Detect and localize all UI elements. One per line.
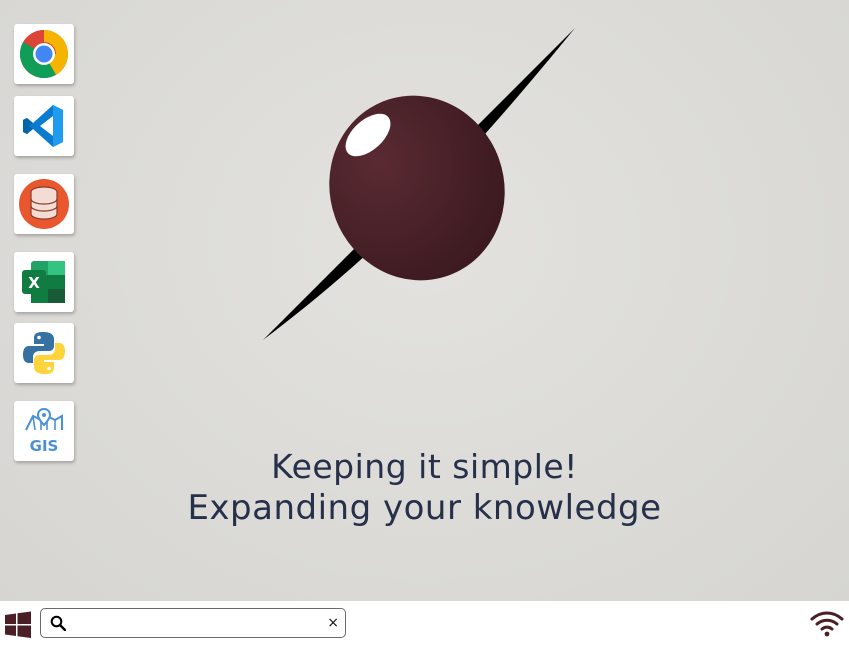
windows-start-icon [5,611,31,638]
desktop-icon-python[interactable] [14,323,74,383]
vscode-icon [23,105,63,147]
taskbar-search[interactable]: × [40,608,346,638]
wifi-button[interactable] [810,611,844,641]
brand-logo [263,28,575,340]
tagline-line-2: Expanding your knowledge [187,488,662,528]
desktop-icon-vscode[interactable] [14,96,74,156]
tagline-line-1: Keeping it simple! [271,447,578,486]
wifi-icon [810,611,844,637]
start-button[interactable] [4,611,32,639]
taskbar: × [0,601,849,645]
desktop-icon-chrome[interactable] [14,24,74,84]
excel-icon: X [22,261,65,303]
desktop: X GIS Keeping it simple! Expanding your … [0,0,849,601]
clear-search-button[interactable]: × [327,613,339,633]
search-input[interactable] [73,612,327,636]
search-icon [50,615,66,631]
chrome-icon [19,29,68,79]
desktop-icon-excel[interactable]: X [14,252,74,312]
desktop-icon-database[interactable] [14,174,74,234]
excel-letter: X [28,274,40,292]
python-icon [23,332,65,374]
database-icon [19,179,69,229]
